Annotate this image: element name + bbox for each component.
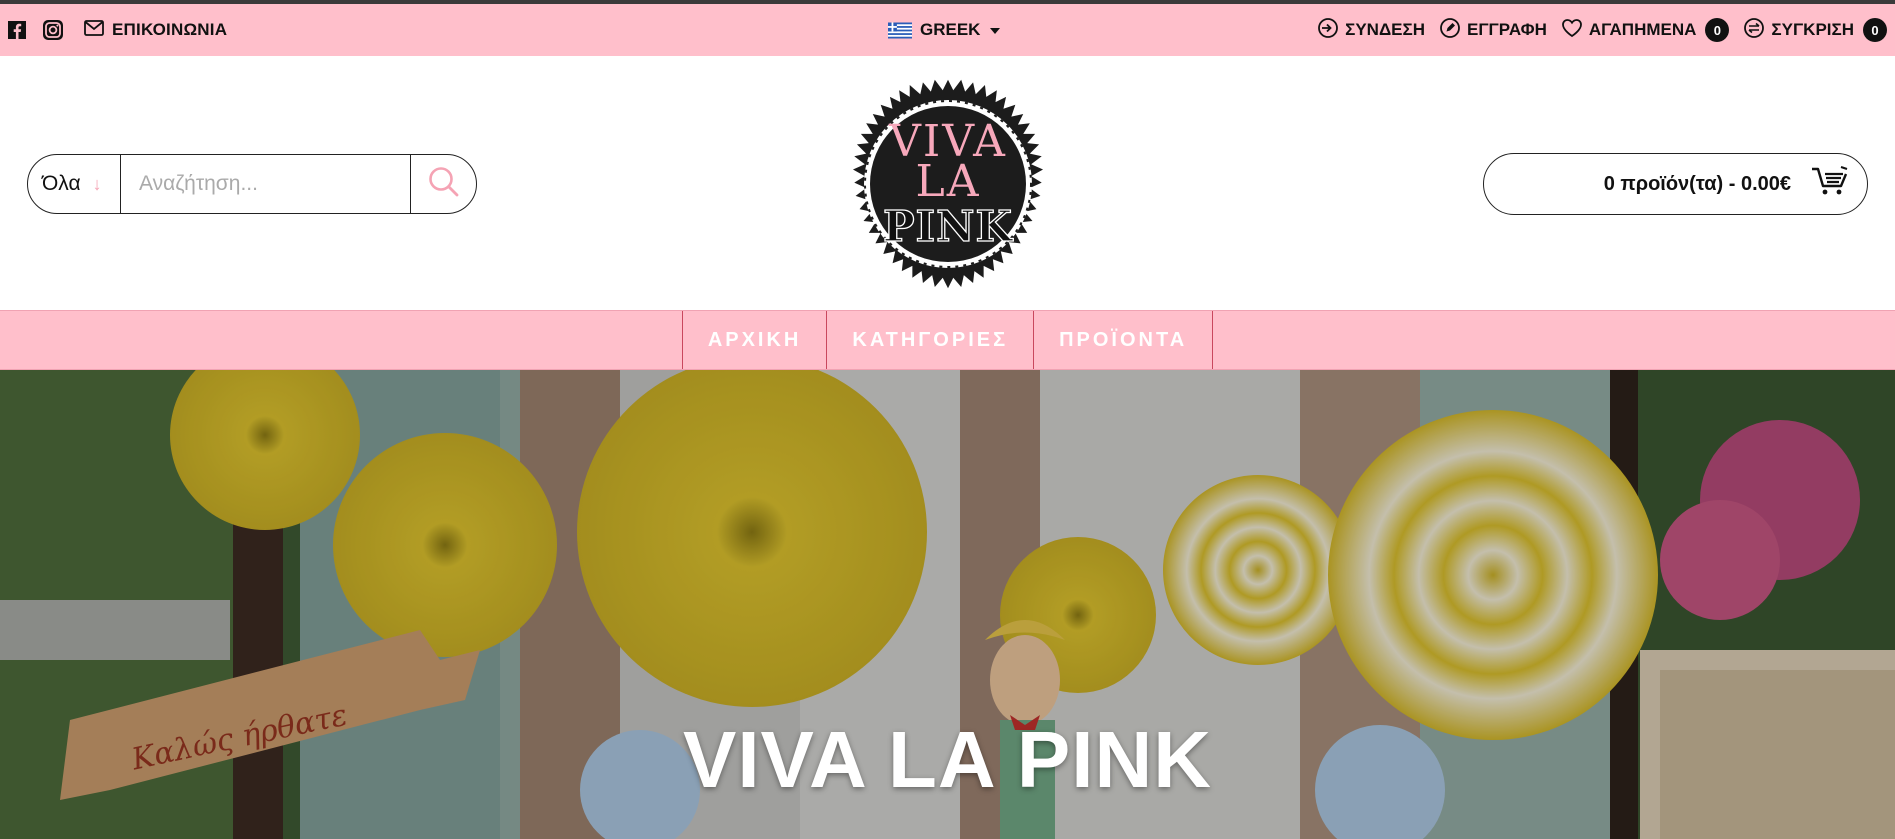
- cart-icon: [1811, 166, 1849, 202]
- wishlist-link[interactable]: ΑΓΑΠΗΜΕΝΑ 0: [1561, 18, 1730, 43]
- contact-link[interactable]: ΕΠΙΚΟΙΝΩΝΙΑ: [84, 19, 228, 41]
- login-label: ΣΥΝΔΕΣΗ: [1345, 20, 1425, 39]
- logo-line-3: PINK: [882, 201, 1014, 251]
- mail-icon: [84, 19, 104, 41]
- caret-down-icon: [990, 28, 1001, 34]
- compare-label: ΣΥΓΚΡΙΣΗ: [1771, 20, 1854, 39]
- site-header: Όλα ↓ VIVA LA PINK 0 προϊόν(τα) - 0.00€: [0, 56, 1895, 310]
- compare-link[interactable]: ΣΥΓΚΡΙΣΗ 0: [1743, 17, 1887, 44]
- search-button[interactable]: [410, 155, 476, 213]
- search-input[interactable]: [121, 155, 410, 213]
- arrow-down-icon: ↓: [92, 173, 102, 194]
- language-label: GREEK: [920, 20, 981, 39]
- register-icon: [1439, 17, 1461, 44]
- register-label: ΕΓΓΡΑΦΗ: [1466, 20, 1547, 39]
- contact-label: ΕΠΙΚΟΙΝΩΝΙΑ: [112, 20, 228, 39]
- heart-icon: [1561, 18, 1583, 43]
- hero-title: VIVA LA PINK: [682, 715, 1213, 804]
- logo-line-2: LA: [915, 156, 981, 207]
- search-icon: [427, 165, 461, 204]
- nav-item-products[interactable]: ΠΡΟΪΟΝΤΑ: [1033, 311, 1214, 369]
- search-category-label: Όλα: [42, 172, 81, 195]
- compare-count-badge: 0: [1863, 18, 1887, 42]
- wishlist-count-badge: 0: [1705, 18, 1730, 42]
- login-link[interactable]: ΣΥΝΔΕΣΗ: [1317, 17, 1425, 44]
- social-links: ΕΠΙΚΟΙΝΩΝΙΑ: [4, 4, 227, 56]
- search-form: Όλα ↓: [27, 154, 477, 214]
- nav-item-categories[interactable]: ΚΑΤΗΓΟΡΙΕΣ: [826, 311, 1033, 369]
- facebook-icon[interactable]: [4, 17, 30, 43]
- cart-label: 0 προϊόν(τα) - 0.00€: [1603, 172, 1791, 195]
- greek-flag-icon: [888, 22, 912, 39]
- register-link[interactable]: ΕΓΓΡΑΦΗ: [1439, 17, 1547, 44]
- cart-button[interactable]: 0 προϊόν(τα) - 0.00€: [1483, 153, 1868, 215]
- main-nav: ΑΡΧΙΚΗ ΚΑΤΗΓΟΡΙΕΣ ΠΡΟΪΟΝΤΑ: [0, 310, 1895, 370]
- top-bar: ΕΠΙΚΟΙΝΩΝΙΑ GREEK ΣΥΝΔΕΣΗ ΕΓΓΡΑΦΗ ΑΓΑΠΗΜ…: [0, 4, 1895, 56]
- compare-icon: [1743, 17, 1765, 44]
- instagram-icon[interactable]: [40, 17, 66, 43]
- account-links: ΣΥΝΔΕΣΗ ΕΓΓΡΑΦΗ ΑΓΑΠΗΜΕΝΑ 0 ΣΥΓΚΡΙΣΗ 0: [1317, 4, 1887, 56]
- nav-item-home[interactable]: ΑΡΧΙΚΗ: [681, 311, 827, 369]
- hero-banner: Καλώς ήρθατε VIVA LA PINK: [0, 370, 1895, 839]
- site-logo[interactable]: VIVA LA PINK: [838, 74, 1058, 294]
- search-category-select[interactable]: Όλα ↓: [28, 155, 121, 213]
- wishlist-label: ΑΓΑΠΗΜΕΝΑ: [1588, 20, 1697, 39]
- language-selector[interactable]: GREEK: [888, 4, 1001, 56]
- login-icon: [1317, 17, 1339, 44]
